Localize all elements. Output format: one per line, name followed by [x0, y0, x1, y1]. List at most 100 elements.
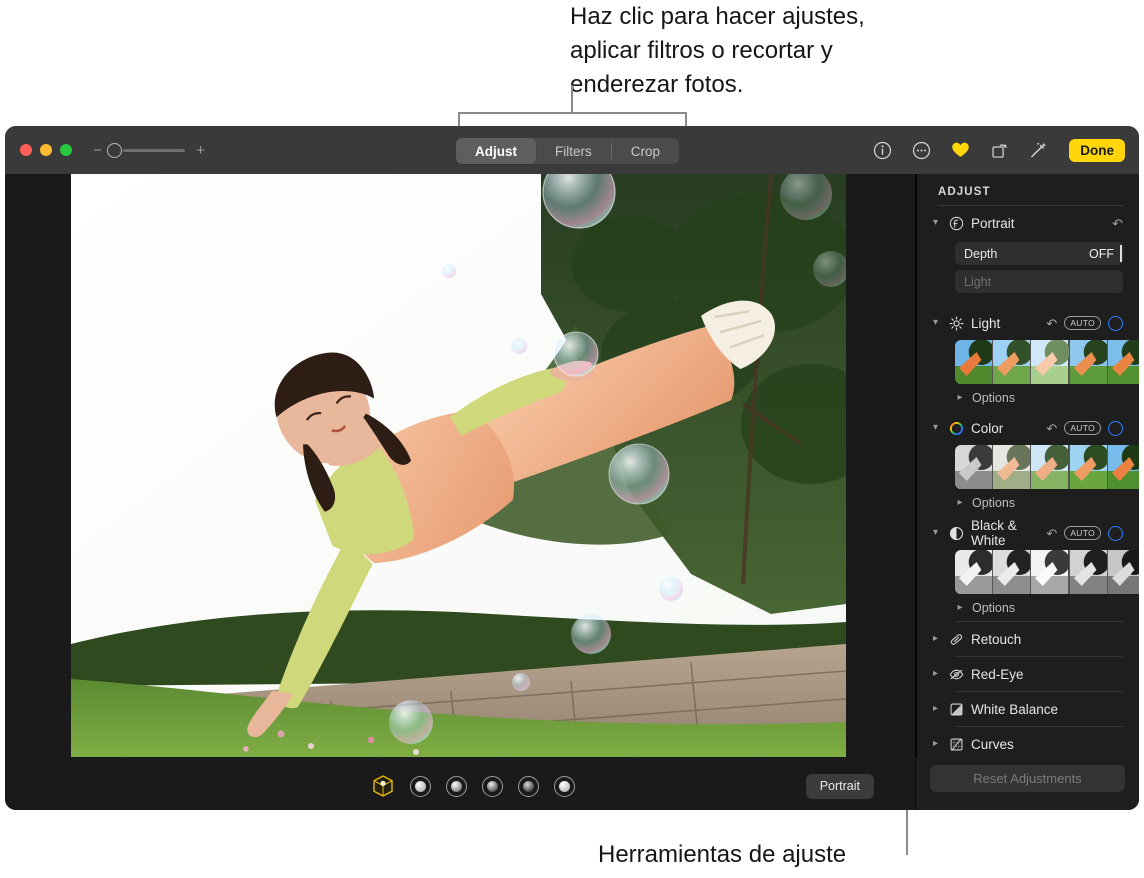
zoom-in-icon[interactable]: + [194, 143, 207, 158]
contour-light-button[interactable] [446, 775, 467, 797]
info-icon[interactable] [871, 139, 893, 161]
light-preview-5[interactable] [1106, 340, 1139, 384]
sidebar-section-color: ▾ Color ↶ AUTO ▸ Options [916, 411, 1139, 516]
zoom-slider-knob[interactable] [107, 142, 122, 158]
light-toggle-ring[interactable] [1108, 315, 1123, 331]
curves-icon [948, 736, 964, 752]
black-and-white-options-toggle[interactable]: ▸ Options [930, 594, 1123, 621]
bw-preview-3[interactable] [1030, 550, 1069, 594]
chevron-right-icon[interactable]: ▸ [930, 669, 941, 679]
done-button[interactable]: Done [1069, 138, 1125, 162]
photo-preview[interactable] [71, 174, 846, 757]
tab-crop[interactable]: Crop [612, 138, 679, 164]
editor-content: Portrait ADJUST ▾ Portrait ↶ Depth OFF L… [5, 174, 1139, 810]
chevron-right-icon[interactable]: ▸ [955, 392, 965, 403]
sidebar-section-black-and-white-header[interactable]: ▾ Black & White ↶ AUTO [930, 516, 1123, 550]
portrait-f-icon [948, 215, 964, 231]
sidebar-section-portrait-header[interactable]: ▾ Portrait ↶ [930, 206, 1123, 240]
sidebar-section-curves-header[interactable]: ▸ Curves [930, 727, 1123, 758]
sidebar-section-color-header[interactable]: ▾ Color ↶ AUTO [930, 411, 1123, 445]
black-and-white-toggle-ring[interactable] [1108, 525, 1123, 541]
edit-mode-tabs[interactable]: Adjust Filters Crop [456, 138, 680, 164]
bw-preview-5[interactable] [1106, 550, 1139, 594]
color-preview-5[interactable] [1106, 445, 1139, 489]
reset-portrait-icon[interactable]: ↶ [1112, 217, 1123, 230]
callout-bottom-text: Herramientas de ajuste [598, 841, 847, 868]
favorite-heart-icon[interactable] [949, 139, 971, 161]
chevron-down-icon[interactable]: ▾ [930, 528, 941, 538]
lighting-effects-list[interactable] [371, 774, 575, 798]
tab-filters[interactable]: Filters [536, 138, 611, 164]
light-options-label: Options [972, 390, 1016, 405]
chevron-right-icon[interactable]: ▸ [930, 634, 941, 644]
reset-color-icon[interactable]: ↶ [1046, 422, 1057, 435]
tab-adjust[interactable]: Adjust [456, 138, 536, 164]
sidebar-section-light-header[interactable]: ▾ Light ↶ AUTO [930, 306, 1123, 340]
rotate-icon[interactable] [988, 139, 1010, 161]
color-preview-strip[interactable] [955, 445, 1139, 489]
depth-slider-caret [1120, 245, 1122, 262]
auto-light-button[interactable]: AUTO [1064, 316, 1101, 330]
color-preview-2[interactable] [992, 445, 1031, 489]
reset-adjustments-button[interactable]: Reset Adjustments [930, 765, 1125, 792]
black-and-white-preview-strip[interactable] [955, 550, 1139, 594]
sidebar-section-black-and-white-label: Black & White [971, 518, 1017, 548]
adjust-sidebar: ADJUST ▾ Portrait ↶ Depth OFF Light ▾ Li… [915, 174, 1139, 810]
chevron-right-icon[interactable]: ▸ [930, 704, 941, 714]
bw-preview-1[interactable] [955, 550, 993, 594]
depth-field[interactable]: Depth OFF [955, 242, 1123, 265]
sidebar-section-red-eye-header[interactable]: ▸ Red-Eye [930, 657, 1123, 691]
color-preview-3[interactable] [1030, 445, 1069, 489]
sidebar-section-portrait-actions: ↶ [1112, 217, 1123, 230]
color-options-toggle[interactable]: ▸ Options [930, 489, 1123, 516]
zoom-out-icon[interactable]: − [91, 143, 104, 158]
light-preview-1[interactable] [955, 340, 993, 384]
color-preview-4[interactable] [1068, 445, 1107, 489]
color-toggle-ring[interactable] [1108, 420, 1123, 436]
light-preview-3[interactable] [1030, 340, 1069, 384]
light-preview-4[interactable] [1068, 340, 1107, 384]
reset-light-icon[interactable]: ↶ [1046, 317, 1057, 330]
sidebar-section-white-balance-header[interactable]: ▸ White Balance [930, 692, 1123, 726]
light-preview-2[interactable] [992, 340, 1031, 384]
zoom-window-button[interactable] [60, 144, 72, 156]
portrait-light-field[interactable]: Light [955, 270, 1123, 293]
reset-black-and-white-icon[interactable]: ↶ [1046, 527, 1057, 540]
chevron-right-icon[interactable]: ▸ [955, 602, 965, 613]
natural-light-cube-icon[interactable] [371, 774, 395, 798]
portrait-mode-button[interactable]: Portrait [805, 774, 874, 799]
auto-black-and-white-button[interactable]: AUTO [1064, 526, 1101, 540]
chevron-down-icon[interactable]: ▾ [930, 423, 941, 433]
chevron-down-icon[interactable]: ▾ [930, 218, 941, 228]
auto-color-button[interactable]: AUTO [1064, 421, 1101, 435]
high-key-light-mono-button[interactable] [554, 775, 575, 797]
sidebar-section-retouch-header[interactable]: ▸ Retouch [930, 622, 1123, 656]
minimize-window-button[interactable] [40, 144, 52, 156]
sidebar-collapsed-sections: ▸ Retouch ▸ Red-Eye ▸ White Balance ▸ Cu… [916, 621, 1139, 758]
sidebar-section-red-eye-label: Red-Eye [971, 666, 1024, 682]
light-preview-strip[interactable] [955, 340, 1139, 384]
sun-icon [948, 315, 964, 331]
stage-light-button[interactable] [482, 775, 503, 797]
chevron-right-icon[interactable]: ▸ [955, 497, 965, 508]
stage-light-mono-button[interactable] [518, 775, 539, 797]
sidebar-scroll-region[interactable]: ADJUST ▾ Portrait ↶ Depth OFF Light ▾ Li… [916, 174, 1139, 758]
more-options-icon[interactable] [910, 139, 932, 161]
chevron-down-icon[interactable]: ▾ [930, 318, 941, 328]
eye-slash-icon [948, 666, 964, 682]
bandage-icon [948, 631, 964, 647]
zoom-slider-control[interactable]: − + [91, 142, 207, 158]
depth-field-label: Depth [964, 246, 998, 261]
black-and-white-options-label: Options [972, 600, 1016, 615]
close-window-button[interactable] [20, 144, 32, 156]
auto-enhance-icon[interactable] [1027, 139, 1049, 161]
studio-light-button[interactable] [410, 775, 431, 797]
light-options-toggle[interactable]: ▸ Options [930, 384, 1123, 411]
portrait-fields: Depth OFF Light [930, 240, 1123, 306]
sidebar-section-white-balance-label: White Balance [971, 701, 1059, 717]
color-preview-1[interactable] [955, 445, 993, 489]
bw-preview-4[interactable] [1068, 550, 1107, 594]
bw-preview-2[interactable] [992, 550, 1031, 594]
zoom-slider-track[interactable] [123, 148, 185, 152]
chevron-right-icon[interactable]: ▸ [930, 739, 941, 749]
